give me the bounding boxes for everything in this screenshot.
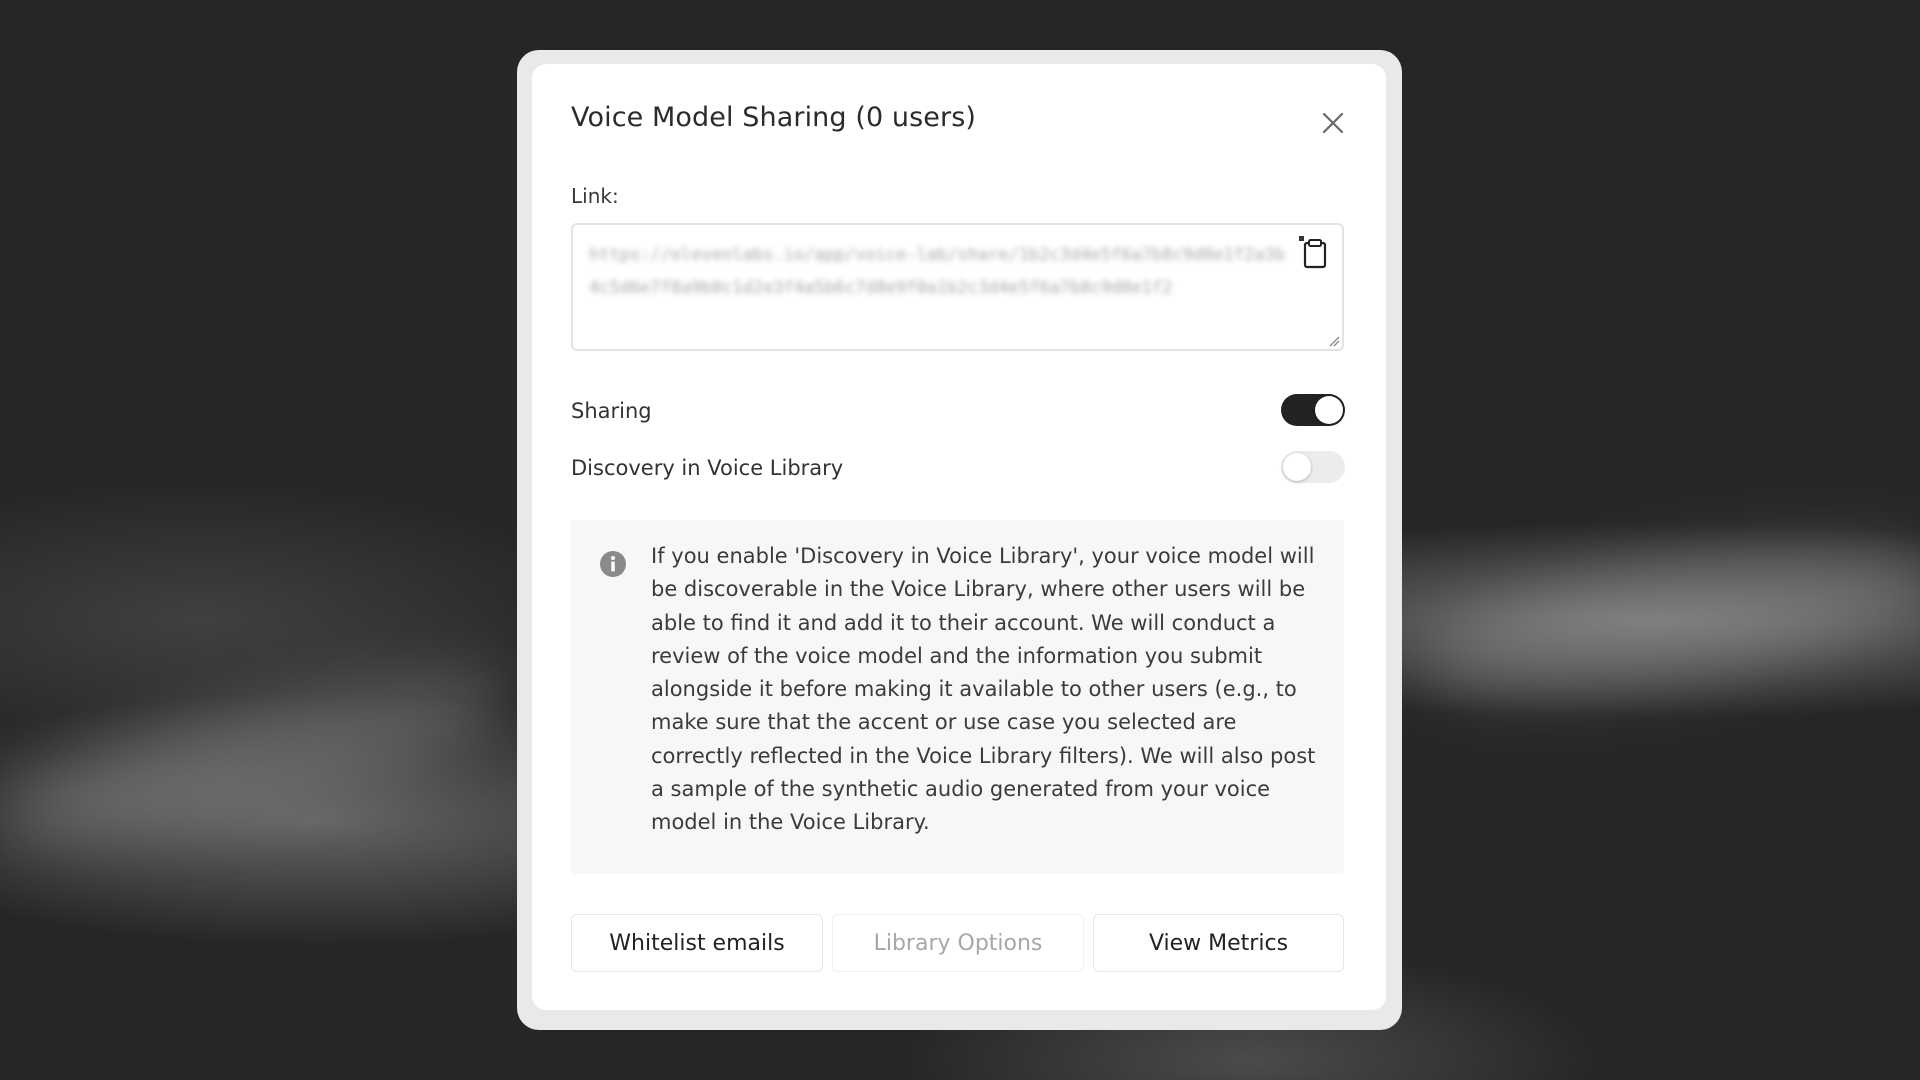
- library-options-button[interactable]: Library Options: [832, 914, 1084, 972]
- background-blur: [0, 638, 526, 872]
- modal-title: Voice Model Sharing (0 users): [571, 102, 976, 133]
- close-button[interactable]: [1316, 106, 1350, 140]
- share-link-field[interactable]: https://elevenlabs.io/app/voice-lab/shar…: [571, 223, 1344, 351]
- discovery-label: Discovery in Voice Library: [571, 456, 844, 480]
- toggle-knob: [1283, 453, 1311, 481]
- info-icon: [600, 551, 626, 577]
- discovery-info-text: If you enable 'Discovery in Voice Librar…: [651, 544, 1316, 835]
- resize-handle-icon[interactable]: [1328, 335, 1340, 347]
- sharing-label: Sharing: [571, 399, 652, 423]
- discovery-info-panel: If you enable 'Discovery in Voice Librar…: [571, 520, 1344, 874]
- copy-link-button[interactable]: [1298, 235, 1328, 269]
- discovery-toggle[interactable]: [1281, 451, 1345, 483]
- background-blur: [1413, 515, 1920, 725]
- close-icon: [1322, 112, 1344, 134]
- toggle-knob: [1315, 396, 1343, 424]
- share-link-value: https://elevenlabs.io/app/voice-lab/shar…: [589, 245, 1285, 298]
- sharing-toggle[interactable]: [1281, 394, 1345, 426]
- voice-sharing-modal: Voice Model Sharing (0 users) Link: http…: [532, 64, 1386, 1010]
- clipboard-icon: [1299, 236, 1327, 269]
- whitelist-emails-button[interactable]: Whitelist emails: [571, 914, 823, 972]
- view-metrics-button[interactable]: View Metrics: [1093, 914, 1344, 972]
- link-label: Link:: [571, 184, 619, 208]
